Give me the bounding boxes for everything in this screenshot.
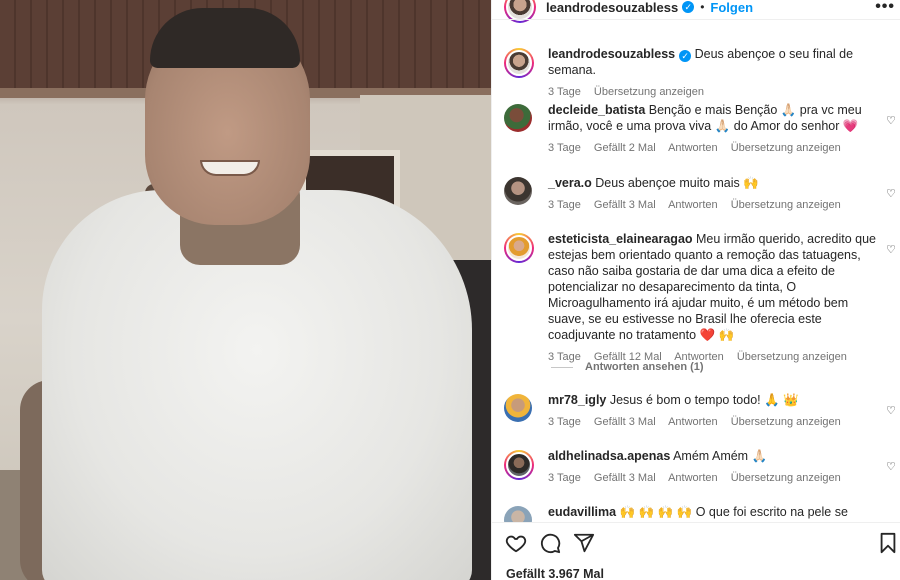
comment-text: Deus abençoe muito mais 🙌 [595, 176, 759, 190]
bookmark-icon[interactable] [876, 531, 900, 555]
photo-hair [150, 8, 300, 68]
commenter-avatar[interactable] [504, 506, 532, 522]
follow-button[interactable]: Folgen [710, 0, 753, 15]
separator-dot: • [700, 0, 705, 14]
actions-divider [492, 522, 900, 523]
comment-like-heart-icon[interactable]: ♡ [886, 114, 898, 127]
caption-translate-link[interactable]: Übersetzung anzeigen [594, 86, 704, 98]
comment-text: Jesus é bom o tempo todo! 🙏 👑 [609, 393, 799, 407]
comment-likes-link[interactable]: Gefällt 3 Mal [594, 416, 656, 428]
comment-text: Amém Amém 🙏🏻 [673, 449, 768, 463]
commenter-username[interactable]: decleide_batista [548, 103, 645, 117]
heart-icon[interactable] [504, 531, 528, 555]
comment-like-heart-icon[interactable]: ♡ [886, 404, 898, 417]
comment-likes-link[interactable]: Gefällt 3 Mal [594, 199, 656, 211]
commenter-username[interactable]: _vera.o [548, 176, 592, 190]
verified-badge-icon: ✓ [682, 1, 695, 13]
comment-like-heart-icon[interactable]: ♡ [886, 187, 898, 200]
comment-icon[interactable] [538, 531, 562, 555]
commenter-username[interactable]: esteticista_elainearagao [548, 232, 693, 246]
commenter-avatar[interactable] [504, 177, 532, 205]
caption-avatar[interactable] [504, 48, 534, 78]
comment-translate-link[interactable]: Übersetzung anzeigen [731, 142, 841, 154]
commenter-avatar[interactable] [504, 450, 534, 480]
comment-time: 3 Tage [548, 142, 581, 154]
comment-time: 3 Tage [548, 416, 581, 428]
caption-time: 3 Tage [548, 86, 581, 98]
commenter-username[interactable]: eudavillima [548, 505, 616, 519]
author-username[interactable]: leandrodesouzabless [546, 0, 678, 15]
comment-translate-link[interactable]: Übersetzung anzeigen [731, 416, 841, 428]
comment-text: Meu irmão querido, acredito que estejas … [548, 232, 876, 342]
comment-reply-button[interactable]: Antworten [668, 416, 718, 428]
comments-list: leandrodesouzabless ✓ Deus abençoe o seu … [492, 36, 900, 522]
more-options-icon[interactable]: ••• [875, 0, 895, 16]
photo-smile [200, 160, 260, 176]
post-actions-bar [504, 531, 900, 557]
likes-count[interactable]: Gefällt 3.967 Mal [506, 567, 604, 580]
post-header: leandrodesouzabless ✓ • Folgen ••• [492, 0, 900, 23]
header-divider [492, 19, 900, 20]
comment-time: 3 Tage [548, 472, 581, 484]
commenter-avatar[interactable] [504, 233, 534, 263]
comment-like-heart-icon[interactable]: ♡ [886, 243, 898, 256]
commenter-username[interactable]: mr78_igly [548, 393, 606, 407]
verified-badge-icon: ✓ [679, 50, 692, 62]
comment-time: 3 Tage [548, 199, 581, 211]
comment-translate-link[interactable]: Übersetzung anzeigen [731, 199, 841, 211]
comment-translate-link[interactable]: Übersetzung anzeigen [737, 351, 847, 363]
view-replies-button[interactable]: Antworten ansehen (1) [551, 361, 704, 373]
replies-line [551, 366, 573, 368]
comment-likes-link[interactable]: Gefällt 2 Mal [594, 142, 656, 154]
comment-reply-button[interactable]: Antworten [668, 142, 718, 154]
comment-like-heart-icon[interactable]: ♡ [886, 460, 898, 473]
comment-likes-link[interactable]: Gefällt 3 Mal [594, 472, 656, 484]
post-side-panel: leandrodesouzabless ✓ • Folgen ••• leand… [491, 0, 900, 580]
commenter-avatar[interactable] [504, 394, 532, 422]
caption-username[interactable]: leandrodesouzabless [548, 47, 675, 61]
view-replies-label[interactable]: Antworten ansehen (1) [585, 361, 704, 373]
comment-translate-link[interactable]: Übersetzung anzeigen [731, 472, 841, 484]
comment-reply-button[interactable]: Antworten [668, 199, 718, 211]
comment-reply-button[interactable]: Antworten [668, 472, 718, 484]
commenter-avatar[interactable] [504, 104, 532, 132]
post-photo[interactable] [0, 0, 491, 580]
share-icon[interactable] [572, 531, 596, 555]
commenter-username[interactable]: aldhelinadsa.apenas [548, 449, 670, 463]
